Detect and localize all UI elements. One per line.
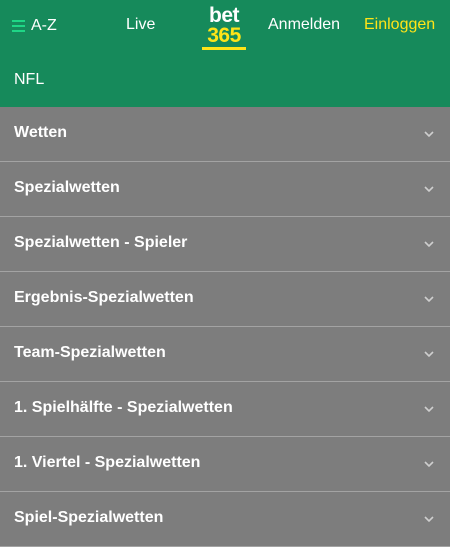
market-row-spezialwetten[interactable]: Spezialwetten (0, 162, 450, 217)
market-row-spiel-spezialwetten[interactable]: Spiel-Spezialwetten (0, 492, 450, 547)
market-row-ergebnis-spezialwetten[interactable]: Ergebnis-Spezialwetten (0, 272, 450, 327)
chevron-down-icon (424, 241, 434, 248)
market-row-label: Spezialwetten - Spieler (14, 234, 188, 251)
market-row-spezialwetten-spieler[interactable]: Spezialwetten - Spieler (0, 217, 450, 272)
chevron-down-icon (424, 461, 434, 468)
page-title: NFL (14, 71, 45, 88)
logo-text-bottom: 365 (207, 24, 241, 47)
market-row-label: Ergebnis-Spezialwetten (14, 289, 194, 306)
chevron-down-icon (424, 131, 434, 138)
market-row-1-viertel[interactable]: 1. Viertel - Spezialwetten (0, 437, 450, 492)
logo-text-top: bet (209, 4, 240, 27)
login-link[interactable]: Einloggen (364, 16, 435, 34)
sport-header: NFL (0, 52, 450, 107)
market-row-label: 1. Spielhälfte - Spezialwetten (14, 399, 233, 416)
market-row-label: Wetten (14, 124, 68, 141)
chevron-down-icon (424, 351, 434, 358)
hamburger-icon (12, 20, 25, 32)
market-row-team-spezialwetten[interactable]: Team-Spezialwetten (0, 327, 450, 382)
bet365-logo[interactable]: bet 365 (202, 5, 246, 54)
logo-underline (202, 47, 246, 50)
register-link[interactable]: Anmelden (268, 16, 340, 34)
market-list: Wetten Spezialwetten Spezialwetten - Spi… (0, 107, 450, 547)
market-row-label: Spezialwetten (14, 179, 120, 196)
chevron-down-icon (424, 296, 434, 303)
top-bar: A-Z Live bet 365 Anmelden Einloggen (0, 0, 450, 52)
market-row-label: 1. Viertel - Spezialwetten (14, 454, 201, 471)
market-row-1-spielhaelfte[interactable]: 1. Spielhälfte - Spezialwetten (0, 382, 450, 437)
live-link[interactable]: Live (126, 16, 155, 34)
chevron-down-icon (424, 516, 434, 523)
chevron-down-icon (424, 406, 434, 413)
market-row-label: Spiel-Spezialwetten (14, 509, 164, 526)
chevron-down-icon (424, 186, 434, 193)
market-row-label: Team-Spezialwetten (14, 344, 166, 361)
az-menu-button[interactable]: A-Z (12, 16, 57, 36)
market-row-wetten[interactable]: Wetten (0, 107, 450, 162)
az-menu-label: A-Z (31, 17, 57, 34)
